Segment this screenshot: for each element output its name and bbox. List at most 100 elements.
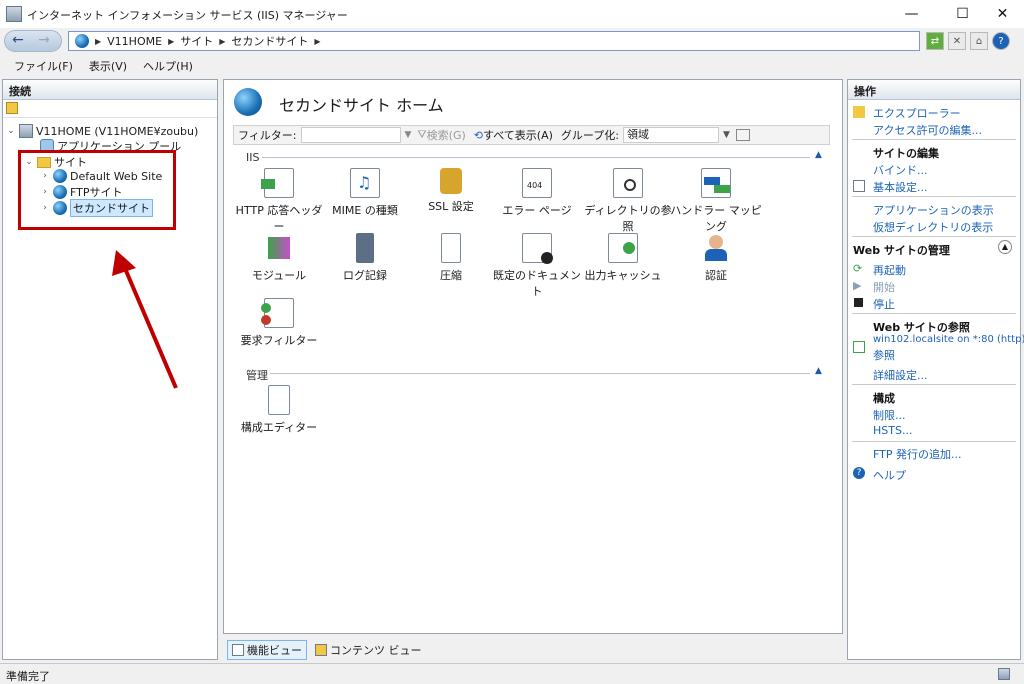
logging-icon xyxy=(356,233,374,263)
action-group-edit-site: サイトの編集 xyxy=(873,147,939,160)
status-bar: 準備完了 xyxy=(0,663,1024,684)
action-browse[interactable]: 参照 xyxy=(873,347,895,363)
tab-content-view[interactable]: コンテンツ ビュー xyxy=(311,641,426,659)
compression-icon xyxy=(441,233,461,263)
menu-bar: ファイル(F) 表示(V) ヘルプ(H) xyxy=(0,56,1024,76)
status-text: 準備完了 xyxy=(6,670,50,683)
feature-output-caching[interactable]: 出力キャッシュ xyxy=(575,233,671,283)
show-all-icon: ⟲ xyxy=(473,128,483,142)
explore-icon xyxy=(853,106,865,118)
view-mode-icon[interactable] xyxy=(735,129,750,141)
feature-authentication[interactable]: 認証 xyxy=(668,233,764,283)
feature-configuration-editor[interactable]: 構成エディター xyxy=(231,385,327,435)
address-breadcrumb[interactable]: ▶ V11HOME ▶ サイト ▶ セカンドサイト ▶ xyxy=(68,31,920,51)
maximize-button[interactable]: ☐ xyxy=(940,0,985,28)
error-page-icon: 404 xyxy=(522,168,552,198)
feature-logging[interactable]: ログ記録 xyxy=(317,233,413,283)
collapse-icon[interactable]: ▲ xyxy=(815,366,822,376)
help-icon: ? xyxy=(853,467,865,479)
action-stop[interactable]: 停止 xyxy=(873,296,895,312)
breadcrumb-sites[interactable]: サイト xyxy=(180,33,213,49)
annotation-box xyxy=(18,150,176,230)
chevron-down-icon[interactable]: ⌄ xyxy=(6,126,16,136)
modules-icon xyxy=(264,233,294,263)
http-headers-icon xyxy=(261,168,294,198)
action-help[interactable]: ヘルプ xyxy=(873,467,906,483)
search-button[interactable]: 検索(G) xyxy=(427,127,466,143)
configuration-editor-icon xyxy=(268,385,290,415)
restart-icon: ⟳ xyxy=(853,262,863,275)
show-all-button[interactable]: すべて表示(A) xyxy=(483,127,553,143)
breadcrumb-server[interactable]: V11HOME xyxy=(107,35,162,48)
action-limits[interactable]: 制限... xyxy=(873,407,906,423)
output-caching-icon xyxy=(608,233,638,263)
breadcrumb-separator-icon[interactable]: ▶ xyxy=(95,37,101,46)
action-view-virtual-directories[interactable]: 仮想ディレクトリの表示 xyxy=(873,219,993,235)
action-start[interactable]: 開始 xyxy=(873,279,895,295)
features-view-icon xyxy=(232,644,244,656)
handler-mappings-icon xyxy=(701,168,731,198)
menu-help[interactable]: ヘルプ(H) xyxy=(135,58,201,74)
feature-default-document[interactable]: 既定のドキュメント xyxy=(489,233,585,299)
collapse-icon[interactable]: ▲ xyxy=(998,240,1012,254)
group-by-select[interactable]: 領域 xyxy=(622,127,719,143)
action-restart[interactable]: 再起動 xyxy=(873,262,906,278)
feature-http-response-headers[interactable]: HTTP 応答ヘッダー xyxy=(231,168,327,234)
iis-app-icon xyxy=(6,6,22,22)
divider xyxy=(852,313,1016,314)
feature-ssl-settings[interactable]: SSL 設定 xyxy=(403,168,499,214)
divider xyxy=(852,236,1016,237)
feature-directory-browsing[interactable]: ディレクトリの参照 xyxy=(580,168,676,234)
minimize-button[interactable]: — xyxy=(889,0,934,28)
feature-request-filtering[interactable]: 要求フィルター xyxy=(231,298,327,348)
breadcrumb-separator-icon[interactable]: ▶ xyxy=(219,37,225,46)
feature-handler-mappings[interactable]: ハンドラー マッピング xyxy=(668,168,764,234)
action-group-configure: 構成 xyxy=(873,392,895,405)
help-icon[interactable]: ? xyxy=(992,32,1010,50)
lock-icon xyxy=(440,168,462,194)
actions-header: 操作 xyxy=(848,80,1020,100)
feature-compression[interactable]: 圧縮 xyxy=(403,233,499,283)
back-arrow-icon[interactable]: ← xyxy=(8,32,28,50)
action-explore[interactable]: エクスプローラー xyxy=(873,105,961,121)
feature-error-pages[interactable]: 404 エラー ページ xyxy=(489,168,585,218)
features-pane xyxy=(223,79,843,634)
collapse-icon[interactable]: ▲ xyxy=(815,150,822,160)
action-advanced-settings[interactable]: 詳細設定... xyxy=(873,367,928,383)
action-basic-settings[interactable]: 基本設定... xyxy=(873,179,928,195)
action-group-manage-site: Web サイトの管理 xyxy=(853,244,950,257)
content-view-icon xyxy=(315,644,327,656)
mime-types-icon: ♫ xyxy=(350,168,380,198)
basic-settings-icon xyxy=(853,180,865,192)
feature-mime-types[interactable]: ♫ MIME の種類 xyxy=(317,168,413,218)
connections-header: 接続 xyxy=(3,80,217,100)
filter-input[interactable] xyxy=(300,127,401,143)
breadcrumb-separator-icon[interactable]: ▶ xyxy=(314,37,320,46)
site-globe-icon xyxy=(234,88,262,116)
filter-dropdown-icon[interactable]: ▼ xyxy=(405,130,412,140)
browse-icon xyxy=(853,341,865,353)
window-title: インターネット インフォメーション サービス (IIS) マネージャー xyxy=(27,9,348,22)
action-hsts[interactable]: HSTS... xyxy=(873,424,912,437)
action-edit-permissions[interactable]: アクセス許可の編集... xyxy=(873,122,982,138)
connect-icon[interactable] xyxy=(6,102,18,114)
forward-arrow-icon[interactable]: → xyxy=(34,32,54,50)
tree-item-server[interactable]: ⌄ V11HOME (V11HOME¥zoubu) xyxy=(6,123,198,139)
action-view-applications[interactable]: アプリケーションの表示 xyxy=(873,202,994,218)
menu-view[interactable]: 表示(V) xyxy=(81,58,135,74)
close-button[interactable]: ✕ xyxy=(980,0,1024,28)
feature-modules[interactable]: モジュール xyxy=(231,233,327,283)
refresh-icon[interactable]: ⇄ xyxy=(926,32,944,50)
breadcrumb-site[interactable]: セカンドサイト xyxy=(231,33,308,49)
stop-icon[interactable]: ✕ xyxy=(948,32,966,50)
toolbar-icons: ⇄ ✕ ⌂ ? xyxy=(926,31,1010,51)
action-add-ftp-publishing[interactable]: FTP 発行の追加... xyxy=(873,446,961,462)
chevron-down-icon[interactable]: ▼ xyxy=(723,130,730,140)
home-icon[interactable]: ⌂ xyxy=(970,32,988,50)
breadcrumb-separator-icon[interactable]: ▶ xyxy=(168,37,174,46)
action-bindings[interactable]: バインド... xyxy=(873,162,928,178)
action-browse-link[interactable]: win102.localsite on *:80 (http) xyxy=(873,334,1024,345)
view-tabs: 機能ビュー コンテンツ ビュー xyxy=(227,640,426,660)
menu-file[interactable]: ファイル(F) xyxy=(6,58,81,74)
tab-features-view[interactable]: 機能ビュー xyxy=(227,640,307,660)
